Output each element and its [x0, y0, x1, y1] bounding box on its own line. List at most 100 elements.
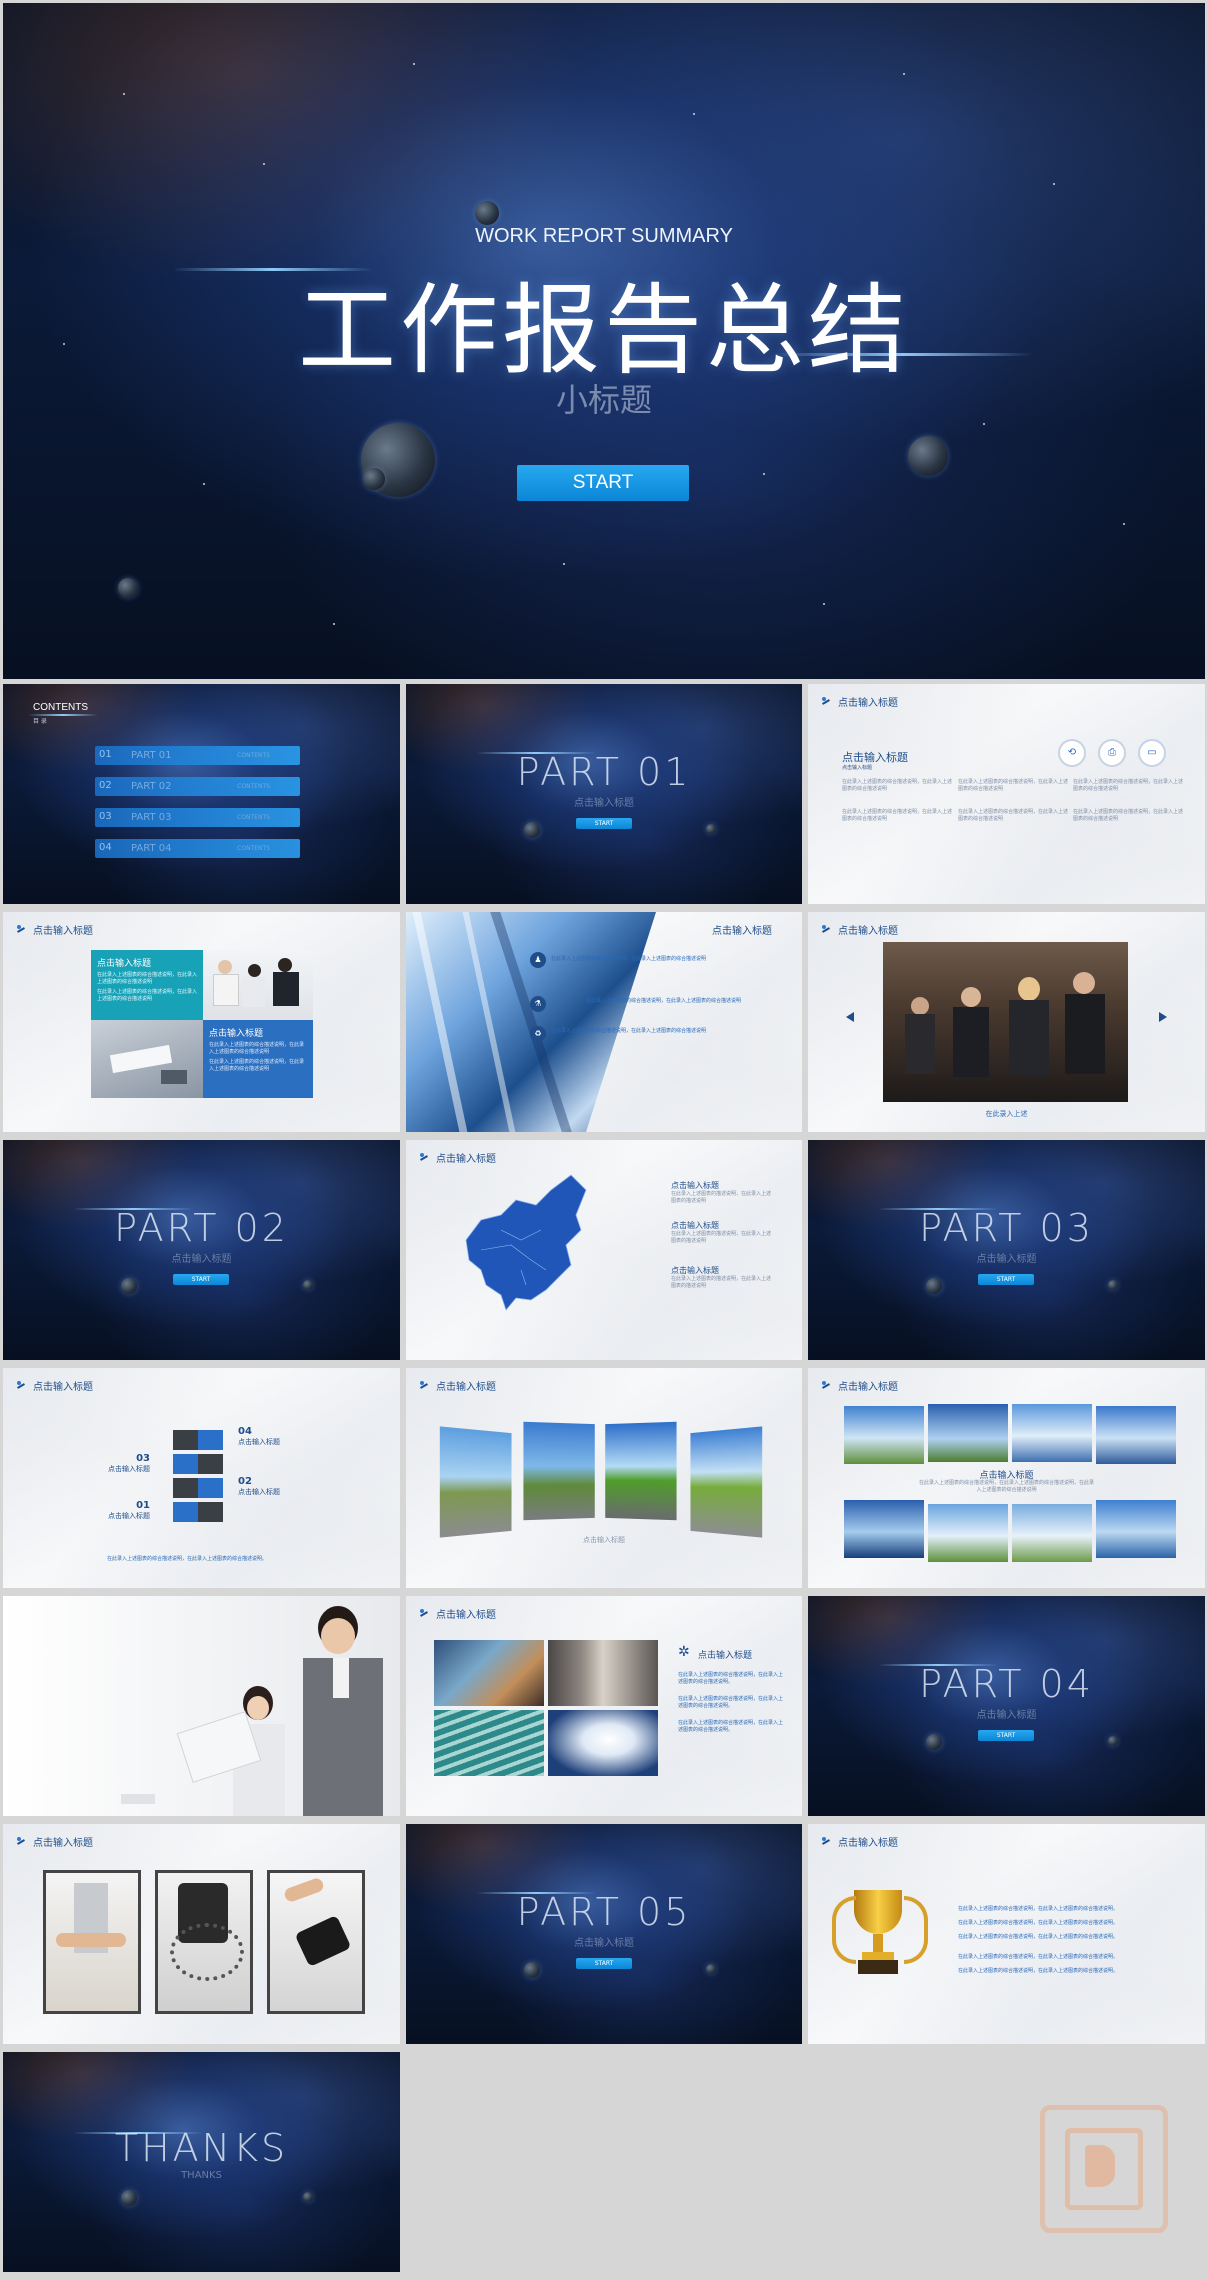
part-subtitle: 点击输入标题	[976, 1254, 1037, 1265]
logo-icon	[420, 1380, 432, 1391]
body-text: 在此录入上述图表的综合描述说明，在此录入上述图表的综合描述说明	[1073, 809, 1184, 822]
thanks-subtitle: THANKS	[181, 2170, 222, 2181]
contents-item[interactable]: 02 PART 02 CONTENTS	[95, 777, 300, 796]
gear-icon: ✲	[678, 1644, 690, 1660]
map-item-title: 点击输入标题	[671, 1181, 719, 1190]
teal-box: 点击输入标题 在此录入上述图表的综合描述说明，在此录入上述图表的综合描述说明 在…	[91, 950, 203, 1020]
part-subtitle: 点击输入标题	[171, 1254, 232, 1265]
start-button[interactable]: START	[173, 1274, 229, 1285]
part-subtitle: 点击输入标题	[976, 1710, 1037, 1721]
contents-item-num: 02	[99, 780, 112, 791]
team-slide: 点击输入标题 点击输入标题 在此录入上述图表的综合描述说明，在此录入上述图表的综…	[3, 912, 400, 1132]
team-photo	[203, 950, 313, 1020]
businessman-photo	[303, 1606, 393, 1816]
thanks-title: THANKS	[114, 2126, 289, 2170]
logo-icon	[420, 1608, 432, 1619]
start-button[interactable]: START	[978, 1730, 1034, 1741]
contents-item-text: CONTENTS	[237, 845, 270, 852]
cover-subtitle: 小标题	[555, 381, 652, 419]
cube-label-num: 04	[238, 1426, 252, 1437]
contents-item-text: CONTENTS	[237, 752, 270, 759]
logo-icon	[822, 1836, 834, 1847]
stairs-photo	[434, 1710, 544, 1776]
watermark-stamp-icon	[1040, 2105, 1168, 2233]
planet-icon	[118, 578, 138, 598]
business-slide	[3, 1596, 400, 1816]
buildings-text: 在此录入上述图表的综合描述说明，在此录入上述图表的综合描述说明。	[678, 1720, 784, 1733]
planet-icon	[908, 436, 948, 476]
building-photo	[434, 1640, 544, 1706]
roads-slide: 点击输入标题 点击输入标题	[406, 1368, 802, 1588]
start-button[interactable]: START	[576, 1958, 632, 1969]
body-text: 在此录入上述图表的综合描述说明，在此录入上述图表的综合描述说明	[551, 956, 707, 962]
skyscraper-photo	[406, 912, 656, 1132]
turbine-photo	[928, 1404, 1008, 1462]
china-map-icon	[465, 1174, 587, 1311]
buildings-text: 在此录入上述图表的综合描述说明，在此录入上述图表的综合描述说明。	[678, 1672, 784, 1685]
part-title: PART 01	[516, 750, 692, 794]
recycle-icon: ♻	[530, 1026, 546, 1042]
contents-item[interactable]: 03 PART 03 CONTENTS	[95, 808, 300, 827]
map-item: 点击输入标题 在此录入上述图表的描述说明，在此录入上述图表的描述说明	[671, 1180, 771, 1205]
contents-item-num: 03	[99, 811, 112, 822]
roads-caption: 点击输入标题	[583, 1536, 625, 1544]
prev-arrow-icon[interactable]	[846, 1012, 854, 1022]
trophy-text: 在此录入上述图表的综合描述说明，在此录入上述图表的综合描述说明。	[958, 1906, 1119, 1912]
refresh-icon: ⟲	[1058, 739, 1086, 767]
box-title: 点击输入标题	[97, 959, 152, 969]
part-04-slide: PART 04 点击输入标题 START	[808, 1596, 1205, 1816]
hands-slide: 点击输入标题	[3, 1824, 400, 2044]
start-button[interactable]: START	[978, 1274, 1034, 1285]
part-title: PART 05	[516, 1890, 692, 1934]
cube-label-num: 03	[136, 1453, 150, 1464]
trophy-text: 在此录入上述图表的综合描述说明，在此录入上述图表的综合描述说明。	[958, 1934, 1119, 1940]
next-arrow-icon[interactable]	[1159, 1012, 1167, 1022]
contents-item[interactable]: 01 PART 01 CONTENTS	[95, 746, 300, 765]
start-button[interactable]: START	[576, 818, 632, 829]
carousel-slide: 点击输入标题 在此录入上述	[808, 912, 1205, 1132]
body-text: 在此录入上述图表的综合描述说明，在此录入上述图表的综合描述说明	[842, 809, 953, 822]
section-title: 点击输入标题	[842, 751, 908, 764]
cube-label-num: 02	[238, 1476, 252, 1487]
cube-label-text: 点击输入标题	[108, 1512, 150, 1520]
turbine-photo	[844, 1500, 924, 1558]
slide-header: 点击输入标题	[838, 698, 898, 709]
slide-header: 点击输入标题	[33, 1838, 93, 1849]
contents-slide: CONTENTS 目 录 01 PART 01 CONTENTS 02 PART…	[3, 684, 400, 904]
map-item-title: 点击输入标题	[671, 1221, 719, 1230]
part-05-slide: PART 05 点击输入标题 START	[406, 1824, 802, 2044]
start-button[interactable]: START	[517, 465, 689, 501]
trophy-icon	[830, 1886, 928, 1986]
business-hands-photo	[43, 1870, 141, 2014]
part-subtitle: 点击输入标题	[574, 798, 634, 809]
cube-label-text: 点击输入标题	[108, 1465, 150, 1473]
buildings-slide: 点击输入标题 ✲ 点击输入标题 在此录入上述图表的综合描述说明，在此录入上述图表…	[406, 1596, 802, 1816]
cube-label: 02 点击输入标题	[238, 1476, 280, 1497]
trophy-text: 在此录入上述图表的综合描述说明，在此录入上述图表的综合描述说明。	[958, 1968, 1119, 1974]
slide-header: 点击输入标题	[838, 1838, 898, 1849]
body-text: 在此录入上述图表的综合描述说明，在此录入上述图表的综合描述说明	[1073, 779, 1184, 792]
contents-item-text: CONTENTS	[237, 814, 270, 821]
slide-header: 点击输入标题	[436, 1154, 496, 1165]
map-item-text: 在此录入上述图表的描述说明，在此录入上述图表的描述说明	[671, 1231, 772, 1244]
part-03-slide: PART 03 点击输入标题 START	[808, 1140, 1205, 1360]
slide-header: 点击输入标题	[33, 926, 93, 937]
body-text: 在此录入上述图表的综合描述说明，在此录入上述图表的综合描述说明	[958, 809, 1069, 822]
body-text: 在此录入上述图表的综合描述说明，在此录入上述图表的综合描述说明	[958, 779, 1069, 792]
logo-icon	[17, 924, 29, 935]
section-subtitle: 点击输入标题	[842, 765, 873, 771]
slide-header: 点击输入标题	[436, 1610, 496, 1621]
contents-item[interactable]: 04 PART 04 CONTENTS	[95, 839, 300, 858]
box-text: 在此录入上述图表的综合描述说明，在此录入上述图表的综合描述说明	[209, 1042, 305, 1055]
planet-icon	[363, 468, 385, 490]
map-item: 点击输入标题 在此录入上述图表的描述说明，在此录入上述图表的描述说明	[671, 1220, 771, 1245]
box-text: 在此录入上述图表的综合描述说明，在此录入上述图表的综合描述说明	[97, 972, 198, 985]
box-text: 在此录入上述图表的综合描述说明，在此录入上述图表的综合描述说明	[97, 989, 198, 1002]
buildings-text: 在此录入上述图表的综合描述说明，在此录入上述图表的综合描述说明。	[678, 1696, 784, 1709]
cube-label-text: 点击输入标题	[238, 1488, 280, 1496]
road-photo	[523, 1421, 595, 1521]
contents-item-part: PART 01	[131, 750, 172, 761]
contents-list: 01 PART 01 CONTENTS 02 PART 02 CONTENTS …	[95, 746, 300, 858]
turbine-photo	[1012, 1404, 1092, 1462]
contents-label: CONTENTS	[33, 702, 88, 713]
